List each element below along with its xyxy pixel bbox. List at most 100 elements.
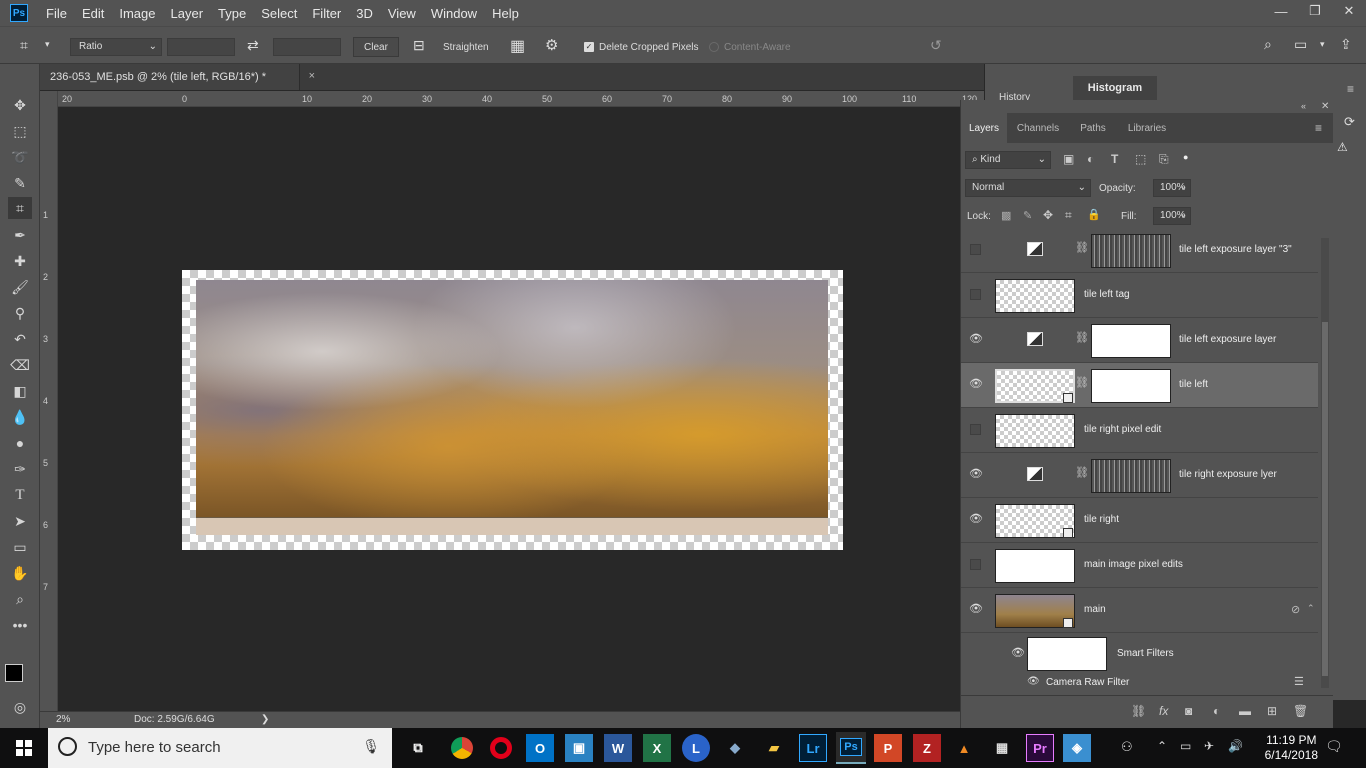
filter-adjustment-icon[interactable]: ◐ [1087,152,1094,166]
healing-brush-icon[interactable]: ✚ [8,250,32,272]
layer-row[interactable]: tile left tag [961,273,1318,318]
straighten-icon[interactable]: ⊟ [413,37,425,54]
app-icon[interactable]: ◈ [1063,734,1091,762]
calculator-icon[interactable]: ▦ [988,734,1016,762]
collapse-panel-icon[interactable]: « [1301,101,1306,111]
smart-filter-icon[interactable]: ⊘ [1291,603,1300,616]
taskbar-search[interactable]: Type here to search 🎙 [48,728,392,768]
lock-paint-icon[interactable]: ✎ [1023,209,1032,222]
panel-menu-icon[interactable]: ≡ [1347,82,1354,96]
filter-kind-select[interactable]: ⌕ Kind ⌄ [965,151,1051,169]
move-tool-icon[interactable]: ✥ [8,94,32,116]
reset-icon[interactable]: ↺ [930,37,942,54]
chevron-up-icon[interactable]: ⌃ [1157,739,1167,753]
fx-icon[interactable]: fx [1159,704,1168,718]
layer-mask-thumbnail[interactable] [1091,369,1171,403]
ratio-select[interactable]: Ratio ⌄ [70,38,162,56]
layer-row[interactable]: 👁 ⛓ tile right exposure lyer [961,453,1318,498]
close-panel-icon[interactable]: ✕ [1321,101,1329,112]
tab-paths[interactable]: Paths [1071,113,1115,143]
filter-blending-icon[interactable]: ☰ [1294,675,1304,688]
pen-tool-icon[interactable]: ✑ [8,458,32,480]
menu-select[interactable]: Select [261,6,297,21]
filezilla-icon[interactable]: Z [913,734,941,762]
layer-row[interactable]: 👁 main ⊘ ⌃ [961,588,1318,633]
more-tools-icon[interactable]: ••• [8,614,32,636]
share-icon[interactable]: ⇪ [1340,36,1352,53]
menu-image[interactable]: Image [119,6,155,21]
filter-type-icon[interactable]: T [1111,152,1118,166]
layer-thumbnail[interactable] [995,279,1075,313]
refresh-icon[interactable]: ⟳ [1344,114,1355,130]
layer-row-selected[interactable]: 👁 ⛓ tile left [961,363,1318,408]
chrome-icon[interactable] [448,734,476,762]
brush-tool-icon[interactable]: 🖌 [8,276,32,298]
history-brush-icon[interactable]: ↶ [8,328,32,350]
menu-file[interactable]: File [46,6,67,21]
blend-mode-select[interactable]: Normal ⌄ [965,179,1091,197]
workspace-icon[interactable]: ▭ [1294,36,1307,53]
chevron-down-icon[interactable]: ▾ [45,39,50,50]
quick-select-icon[interactable]: ✎ [8,172,32,194]
excel-icon[interactable]: X [643,734,671,762]
minimize-button[interactable]: — [1264,0,1298,22]
foreground-color-swatch[interactable] [5,664,23,682]
crop-tool-icon[interactable]: ⌗ [8,197,32,219]
layer-row[interactable]: 👁 ⛓ tile left exposure layer [961,318,1318,363]
layer-row[interactable]: tile right pixel edit [961,408,1318,453]
lock-all-icon[interactable]: 🔒 [1087,208,1101,221]
layer-mask-thumbnail[interactable] [1091,234,1171,268]
layer-row[interactable]: 👁 tile right [961,498,1318,543]
visibility-toggle[interactable] [970,289,981,300]
file-explorer-icon[interactable]: ▰ [760,734,788,762]
chevron-up-icon[interactable]: ⌃ [1307,603,1315,614]
photoshop-taskbar-icon[interactable]: Ps [836,732,866,764]
eye-icon[interactable]: 👁 [1027,676,1040,687]
eyedropper-icon[interactable]: ✒ [8,224,32,246]
lync-icon[interactable]: L [682,734,710,762]
tab-libraries[interactable]: Libraries [1119,113,1175,143]
status-menu-arrow[interactable]: ❯ [261,714,269,725]
layer-mask-thumbnail[interactable] [1091,324,1171,358]
hand-tool-icon[interactable]: ✋ [8,562,32,584]
filter-shape-icon[interactable]: ⬚ [1135,152,1146,166]
height-field[interactable] [273,38,341,56]
battery-icon[interactable]: ▭ [1180,739,1191,753]
swap-icon[interactable]: ⇄ [247,37,259,54]
filter-pixel-icon[interactable]: ▣ [1063,152,1074,166]
clear-button[interactable]: Clear [353,37,399,57]
layer-row[interactable]: ⛓ tile left exposure layer "3" [961,228,1318,273]
taskbar-clock[interactable]: 11:19 PM 6/14/2018 [1265,733,1318,763]
path-select-icon[interactable]: ➤ [8,510,32,532]
clone-stamp-icon[interactable]: ⚲ [8,302,32,324]
menu-type[interactable]: Type [218,6,246,21]
word-icon[interactable]: W [604,734,632,762]
crop-icon[interactable]: ⌗ [20,37,28,54]
rectangle-tool-icon[interactable]: ▭ [8,536,32,558]
vlc-icon[interactable]: ▲ [950,734,978,762]
lock-position-icon[interactable]: ✥ [1043,208,1053,222]
zoom-tool-icon[interactable]: ⌕ [8,588,32,610]
filter-smart-object-icon[interactable]: ⎘ [1159,152,1169,167]
chevron-down-icon[interactable]: ⌄ [1179,181,1187,192]
content-aware-checkbox[interactable] [709,42,719,52]
quick-mask-icon[interactable]: ◎ [8,696,32,718]
premiere-icon[interactable]: Pr [1026,734,1054,762]
camera-raw-filter-row[interactable]: 👁 Camera Raw Filter ☰ [961,675,1318,690]
eye-icon[interactable]: 👁 [969,377,983,391]
eye-icon[interactable]: 👁 [1011,646,1025,659]
visibility-toggle[interactable] [970,559,981,570]
opera-icon[interactable] [487,734,515,762]
delete-cropped-checkbox[interactable]: ✓ [584,42,594,52]
lock-transparent-icon[interactable]: ▩ [1001,209,1011,222]
dodge-tool-icon[interactable]: ● [8,432,32,454]
layer-mask-thumbnail[interactable] [1091,459,1171,493]
layer-row[interactable]: main image pixel edits [961,543,1318,588]
eye-icon[interactable]: 👁 [969,332,983,346]
straighten-label[interactable]: Straighten [443,42,489,53]
layer-thumbnail[interactable] [995,414,1075,448]
chevron-down-icon[interactable]: ▾ [1320,39,1325,50]
microphone-icon[interactable]: 🎙 [362,738,380,755]
eye-icon[interactable]: 👁 [969,602,983,616]
restore-button[interactable]: ❐ [1298,0,1332,22]
